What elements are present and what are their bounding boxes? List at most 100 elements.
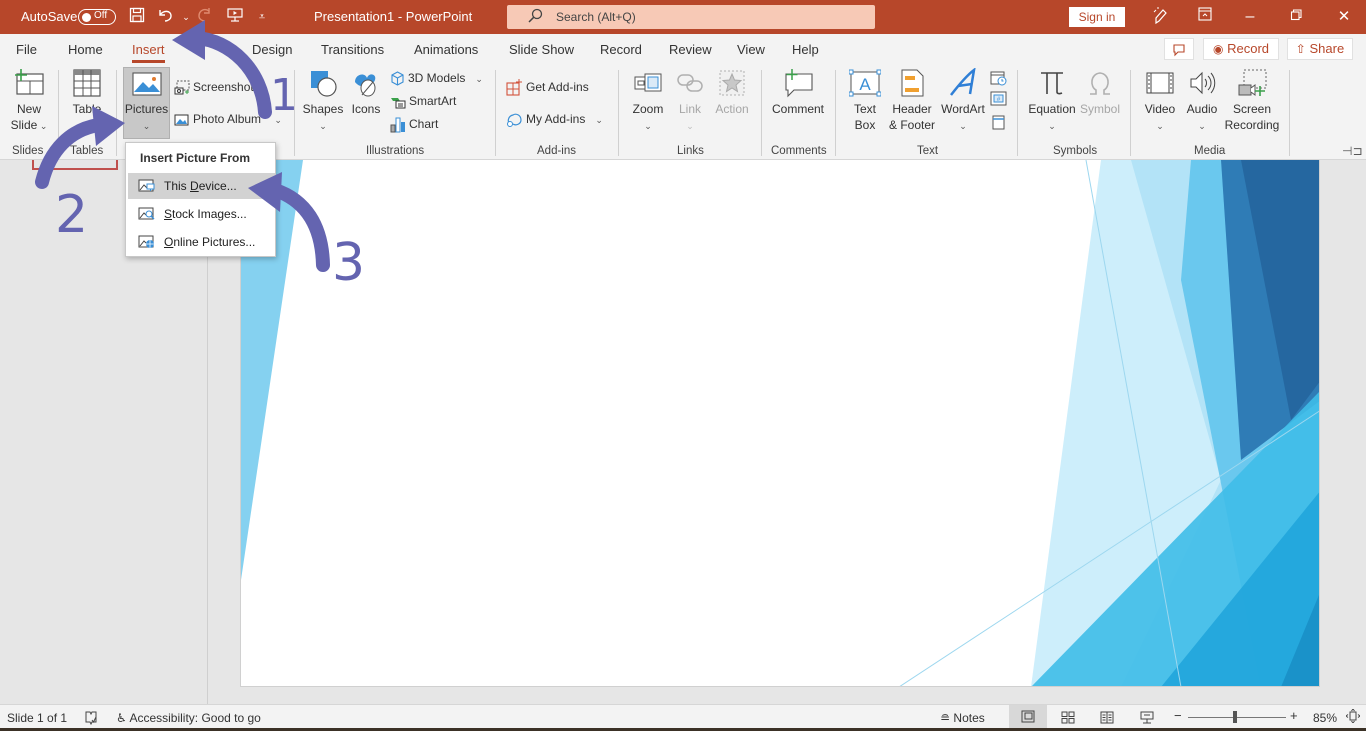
- zoom-in-button[interactable]: +: [1290, 708, 1298, 723]
- wordart-icon: [950, 68, 976, 96]
- redo-icon[interactable]: [195, 7, 215, 27]
- slide-counter[interactable]: Slide 1 of 1: [7, 711, 67, 725]
- shapes-button[interactable]: Shapes ⌄: [302, 68, 344, 134]
- tab-home[interactable]: Home: [68, 42, 103, 57]
- close-icon[interactable]: ✕: [1334, 7, 1354, 27]
- tab-slide-show[interactable]: Slide Show: [509, 42, 574, 57]
- link-button[interactable]: Link ⌄: [672, 68, 708, 134]
- screenshot-button[interactable]: Screenshot ⌄: [174, 77, 264, 97]
- menu-item-this-device[interactable]: This Device...: [128, 173, 275, 199]
- customize-qat-icon[interactable]: ⩡: [252, 7, 272, 27]
- tab-help[interactable]: Help: [792, 42, 819, 57]
- slide-sorter-button[interactable]: [1061, 711, 1075, 727]
- slide-show-button[interactable]: [1140, 711, 1154, 728]
- chevron-down-icon: ⌄: [37, 121, 48, 131]
- present-from-start-icon[interactable]: [225, 7, 245, 27]
- wordart-button[interactable]: WordArt ⌄: [939, 68, 987, 134]
- header-footer-label-1: Header: [892, 102, 932, 116]
- screen-recording-button[interactable]: Screen Recording: [1223, 68, 1281, 133]
- menu-item-label: Stock Images...: [164, 207, 247, 221]
- chevron-down-icon: ⌄: [644, 121, 652, 131]
- spelling-book-icon[interactable]: [84, 711, 98, 728]
- equation-button[interactable]: Equation ⌄: [1026, 68, 1078, 134]
- video-button[interactable]: Video ⌄: [1140, 68, 1180, 134]
- 3d-models-label: 3D Models: [408, 71, 466, 85]
- smartart-button[interactable]: SmartArt: [390, 91, 456, 111]
- group-separator: [1289, 70, 1290, 156]
- tab-file[interactable]: File: [16, 42, 37, 57]
- accessibility-label: Accessibility: Good to go: [129, 711, 261, 725]
- autosave-toggle[interactable]: Off: [78, 9, 116, 25]
- comment-button[interactable]: Comment: [768, 68, 828, 117]
- undo-icon[interactable]: [156, 7, 176, 27]
- pin-ribbon-icon[interactable]: ⊣⊐: [1342, 144, 1363, 158]
- notes-button[interactable]: ≘ Notes: [940, 711, 985, 725]
- menu-item-online-pictures[interactable]: Online Pictures...: [128, 229, 275, 255]
- insert-picture-menu: Insert Picture From This Device... Stock…: [125, 142, 276, 257]
- tab-transitions[interactable]: Transitions: [321, 42, 384, 57]
- reading-view-button[interactable]: [1100, 711, 1114, 727]
- header-footer-button[interactable]: Header & Footer: [887, 68, 937, 133]
- photo-album-button[interactable]: Photo Album ⌄: [174, 109, 282, 129]
- get-add-ins-button[interactable]: Get Add-ins: [506, 77, 589, 97]
- chart-button[interactable]: Chart: [390, 114, 438, 134]
- minimize-icon[interactable]: –: [1240, 7, 1260, 27]
- zoom-slider-thumb[interactable]: [1233, 711, 1238, 723]
- record-button[interactable]: ◉ Record: [1203, 38, 1279, 60]
- group-label-links: Links: [677, 145, 704, 157]
- pictures-label: Pictures: [124, 102, 169, 116]
- photo-album-label: Photo Album: [193, 112, 262, 126]
- date-time-button[interactable]: [990, 69, 1007, 89]
- symbol-button[interactable]: Symbol: [1078, 68, 1122, 117]
- text-box-button[interactable]: A Text Box: [845, 68, 885, 133]
- 3d-models-button[interactable]: 3D Models ⌄: [390, 68, 483, 88]
- restore-icon[interactable]: [1286, 7, 1306, 27]
- tab-review[interactable]: Review: [669, 42, 712, 57]
- comments-pane-button[interactable]: [1164, 38, 1194, 60]
- my-add-ins-button[interactable]: My Add-ins ⌄: [506, 109, 603, 129]
- audio-icon: [1190, 71, 1216, 95]
- tab-design[interactable]: Design: [252, 42, 292, 57]
- zoom-button[interactable]: Zoom ⌄: [628, 68, 668, 134]
- group-separator: [58, 70, 59, 156]
- icons-button[interactable]: Icons: [348, 68, 384, 117]
- object-button[interactable]: [990, 114, 1007, 134]
- sign-in-button[interactable]: Sign in: [1069, 7, 1125, 27]
- menu-item-stock-images[interactable]: Stock Images...: [128, 201, 275, 227]
- slide-canvas[interactable]: [240, 160, 1320, 687]
- selected-slide-thumbnail[interactable]: [32, 160, 118, 170]
- designer-pen-icon[interactable]: [1150, 7, 1170, 27]
- slide-number-button[interactable]: #: [990, 91, 1007, 111]
- pictures-button[interactable]: Pictures ⌄: [123, 67, 170, 139]
- my-add-ins-icon: [507, 113, 522, 127]
- save-icon[interactable]: [127, 7, 147, 27]
- undo-dropdown-icon[interactable]: ⌄: [176, 7, 196, 27]
- tab-view[interactable]: View: [737, 42, 765, 57]
- shapes-label: Shapes: [302, 102, 344, 116]
- smartart-icon: [391, 97, 406, 109]
- online-pictures-icon: [138, 235, 154, 248]
- search-box[interactable]: Search (Alt+Q): [507, 5, 875, 29]
- search-placeholder: Search (Alt+Q): [556, 10, 636, 24]
- tab-insert[interactable]: Insert: [132, 42, 165, 63]
- zoom-out-button[interactable]: −: [1174, 708, 1182, 723]
- wordart-label: WordArt: [941, 102, 985, 116]
- audio-button[interactable]: Audio ⌄: [1183, 68, 1221, 134]
- zoom-level[interactable]: 85%: [1313, 711, 1337, 725]
- table-button[interactable]: Table: [66, 68, 108, 117]
- chevron-down-icon[interactable]: ⌄: [274, 115, 282, 125]
- action-button[interactable]: Action: [712, 68, 752, 117]
- new-slide-button[interactable]: New Slide ⌄: [8, 68, 50, 134]
- ribbon-display-options-icon[interactable]: [1195, 7, 1215, 27]
- accessibility-status[interactable]: ♿ Accessibility: Good to go: [116, 711, 261, 725]
- fit-to-window-icon[interactable]: [1345, 708, 1361, 726]
- autosave-label: AutoSave: [21, 9, 78, 24]
- share-button[interactable]: ⇧ Share: [1287, 38, 1353, 60]
- zoom-slider[interactable]: [1188, 711, 1286, 723]
- tab-animations[interactable]: Animations: [414, 42, 478, 57]
- group-label-symbols: Symbols: [1053, 145, 1098, 157]
- normal-view-button[interactable]: [1009, 705, 1047, 729]
- tab-record[interactable]: Record: [600, 42, 642, 57]
- omega-icon: [1090, 72, 1110, 95]
- chevron-down-icon: ⌄: [319, 121, 327, 131]
